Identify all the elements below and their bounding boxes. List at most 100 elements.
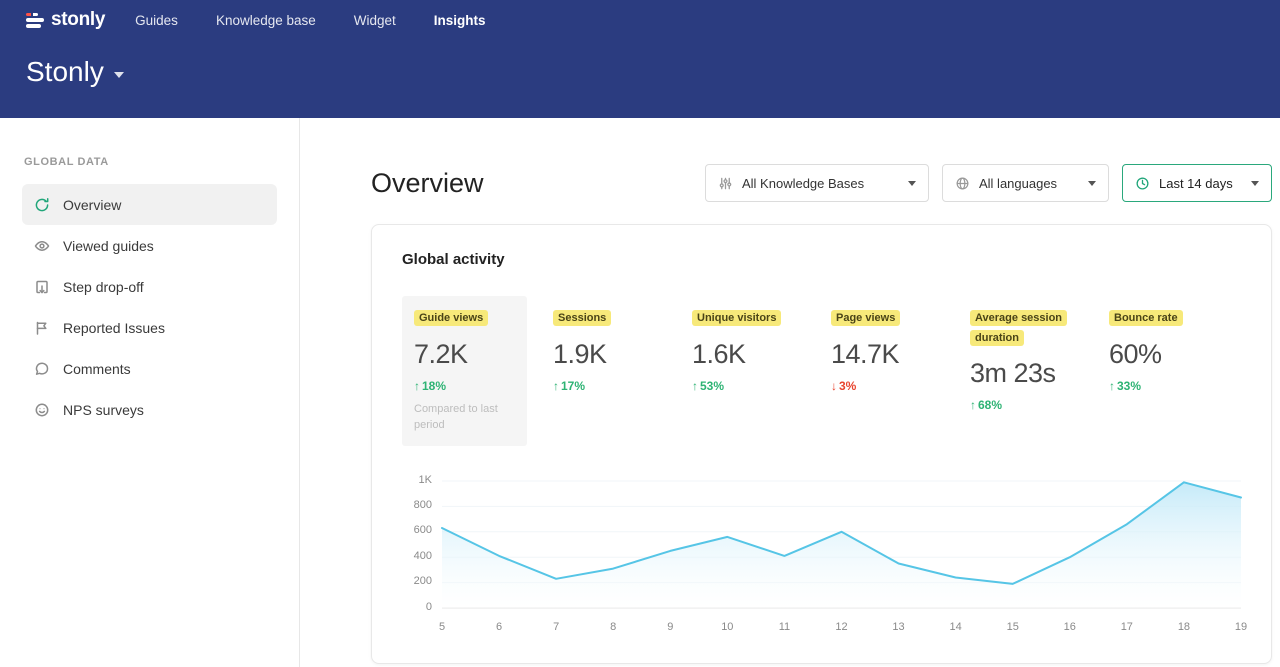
nav-item-widget[interactable]: Widget (354, 13, 396, 28)
sidebar-item-viewed-guides[interactable]: Viewed guides (22, 225, 277, 266)
chevron-down-icon (1088, 181, 1096, 186)
metric-bounce-rate[interactable]: Bounce rate 60% ↑33% (1109, 296, 1239, 393)
sliders-filter-icon (718, 176, 733, 191)
metric-unique-visitors[interactable]: Unique visitors 1.6K ↑53% (692, 296, 831, 393)
page-title: Overview (371, 168, 484, 199)
metric-change: ↑53% (692, 379, 831, 393)
x-axis-label: 17 (1121, 621, 1133, 633)
x-axis-label: 11 (779, 621, 790, 633)
sidebar-item-nps-surveys[interactable]: NPS surveys (22, 389, 277, 430)
main-nav: Guides Knowledge base Widget Insights (135, 13, 485, 28)
metric-average-session-duration[interactable]: Average session duration 3m 23s ↑68% (970, 296, 1109, 412)
chart-grid: 02004006008001K (402, 476, 1241, 608)
eye-icon (34, 238, 50, 254)
chart-x-axis: 5678910111213141516171819 (442, 621, 1241, 637)
main-header-row: Overview All Knowledge Bases (371, 164, 1272, 202)
metric-value: 1.6K (692, 339, 831, 370)
knowledge-bases-value: All Knowledge Bases (742, 176, 864, 191)
metric-page-views[interactable]: Page views 14.7K ↓3% (831, 296, 970, 393)
sidebar: GLOBAL DATA Overview Viewed guides (0, 118, 300, 667)
metric-value: 14.7K (831, 339, 970, 370)
step-dropoff-icon (34, 279, 50, 295)
trend-arrow-icon: ↑ (1109, 379, 1115, 393)
filters-row: All Knowledge Bases All languages (705, 164, 1272, 202)
metric-label: Unique visitors (692, 310, 781, 326)
sidebar-item-step-dropoff[interactable]: Step drop-off (22, 266, 277, 307)
sidebar-item-label: Comments (63, 361, 131, 377)
y-axis-label: 200 (414, 575, 432, 587)
sidebar-section-label: GLOBAL DATA (24, 156, 299, 168)
metric-label: Sessions (553, 310, 611, 326)
x-axis-label: 18 (1178, 621, 1190, 633)
metric-sessions[interactable]: Sessions 1.9K ↑17% (553, 296, 692, 393)
y-axis-label: 800 (414, 499, 432, 511)
date-range-value: Last 14 days (1159, 176, 1233, 191)
chart-plot (442, 476, 1241, 608)
chevron-down-icon (1251, 181, 1259, 186)
metric-value: 60% (1109, 339, 1239, 370)
clock-icon (1135, 176, 1150, 191)
trend-arrow-icon: ↑ (414, 379, 420, 393)
sidebar-item-label: Reported Issues (63, 320, 165, 336)
trend-arrow-icon: ↑ (692, 379, 698, 393)
smiley-icon (34, 402, 50, 418)
metric-value: 7.2K (414, 339, 515, 370)
languages-value: All languages (979, 176, 1057, 191)
x-axis-label: 7 (553, 621, 559, 633)
sidebar-item-label: NPS surveys (63, 402, 144, 418)
languages-dropdown[interactable]: All languages (942, 164, 1109, 202)
stonly-logo-icon (26, 13, 44, 28)
trend-arrow-icon: ↓ (831, 379, 837, 393)
y-axis-label: 0 (426, 601, 432, 613)
trend-arrow-icon: ↑ (970, 398, 976, 412)
sidebar-item-label: Viewed guides (63, 238, 154, 254)
globe-icon (955, 176, 970, 191)
metric-change: ↑33% (1109, 379, 1239, 393)
stonly-logo[interactable]: stonly (26, 9, 105, 31)
nav-item-knowledge-base[interactable]: Knowledge base (216, 13, 316, 28)
trend-arrow-icon: ↑ (553, 379, 559, 393)
top-navbar: stonly Guides Knowledge base Widget Insi… (0, 0, 1280, 40)
stonly-logo-text: stonly (51, 9, 105, 31)
card-title: Global activity (402, 251, 1241, 268)
x-axis-label: 10 (721, 621, 733, 633)
metric-change: ↑18% (414, 379, 515, 393)
nav-item-guides[interactable]: Guides (135, 13, 178, 28)
metric-label: Page views (831, 310, 900, 326)
global-activity-chart: 02004006008001K 567891011121314151617181… (402, 476, 1241, 637)
metric-change: ↑17% (553, 379, 692, 393)
x-axis-label: 19 (1235, 621, 1247, 633)
metric-change: ↓3% (831, 379, 970, 393)
activity-cycle-icon (34, 197, 50, 213)
y-axis-label: 1K (419, 474, 432, 486)
sidebar-item-overview[interactable]: Overview (22, 184, 277, 225)
sidebar-item-comments[interactable]: Comments (22, 348, 277, 389)
chart-y-axis: 02004006008001K (402, 476, 442, 608)
x-axis-label: 12 (835, 621, 847, 633)
workspace-title: Stonly (26, 56, 104, 88)
chart-svg (442, 476, 1241, 608)
x-axis-label: 14 (950, 621, 962, 633)
x-axis-label: 9 (667, 621, 673, 633)
metric-label: Guide views (414, 310, 488, 326)
metrics-row: Guide views 7.2K ↑18% Compared to last p… (402, 296, 1241, 446)
knowledge-bases-dropdown[interactable]: All Knowledge Bases (705, 164, 929, 202)
chevron-down-icon (908, 181, 916, 186)
date-range-dropdown[interactable]: Last 14 days (1122, 164, 1272, 202)
y-axis-label: 400 (414, 550, 432, 562)
metric-value: 1.9K (553, 339, 692, 370)
nav-item-insights[interactable]: Insights (434, 13, 486, 28)
comment-bubble-icon (34, 361, 50, 377)
metric-value: 3m 23s (970, 358, 1109, 389)
metric-guide-views[interactable]: Guide views 7.2K ↑18% Compared to last p… (402, 296, 527, 446)
sidebar-item-label: Overview (63, 197, 121, 213)
x-axis-label: 15 (1007, 621, 1019, 633)
metric-label: Average session duration (970, 310, 1067, 346)
workspace-selector[interactable]: Stonly (0, 56, 124, 88)
y-axis-label: 600 (414, 524, 432, 536)
metric-label: Bounce rate (1109, 310, 1183, 326)
top-header: stonly Guides Knowledge base Widget Insi… (0, 0, 1280, 118)
sidebar-item-reported-issues[interactable]: Reported Issues (22, 307, 277, 348)
flag-icon (34, 320, 50, 336)
x-axis-label: 16 (1064, 621, 1076, 633)
